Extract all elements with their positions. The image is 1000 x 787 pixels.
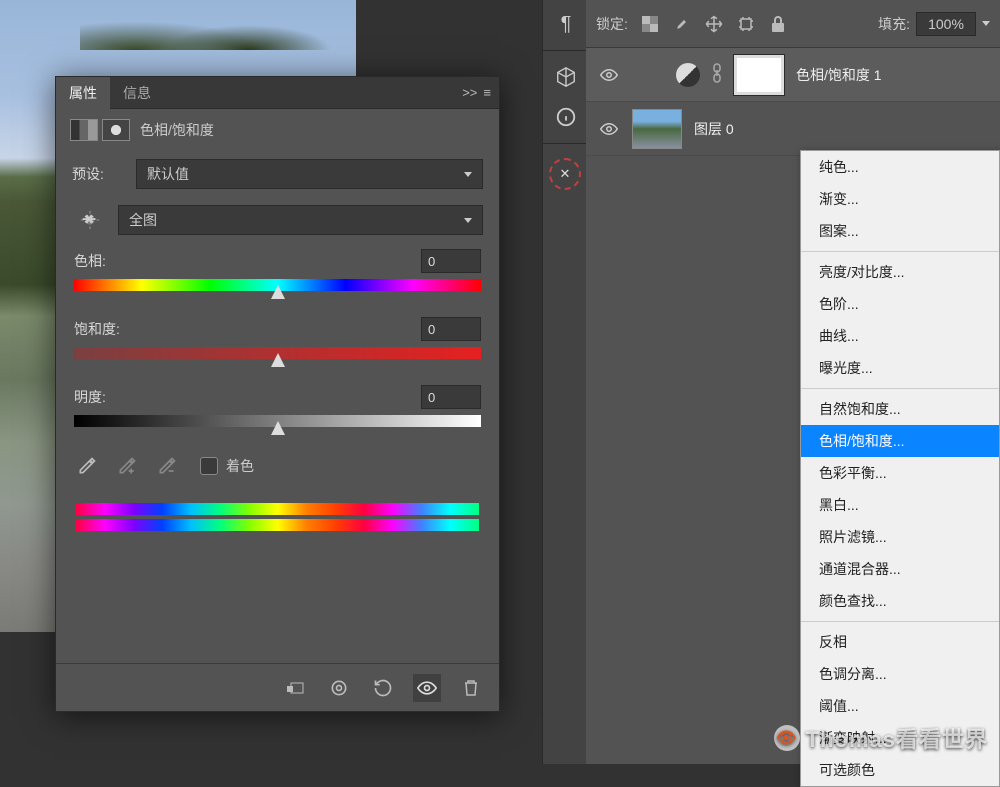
preset-value: 默认值: [147, 164, 189, 184]
chevron-down-icon: [464, 218, 472, 223]
source-color-strip: [76, 503, 479, 515]
range-value: 全图: [129, 210, 157, 230]
mask-icon: [102, 119, 130, 141]
lock-paint-icon[interactable]: [670, 12, 694, 36]
menu-color-balance[interactable]: 色彩平衡...: [801, 457, 999, 489]
menu-pattern[interactable]: 图案...: [801, 215, 999, 247]
lightness-input[interactable]: [421, 385, 481, 409]
panel-menu-icon[interactable]: ≡: [483, 85, 491, 100]
adjustment-layer-icon: [676, 63, 700, 87]
menu-separator: [801, 388, 999, 389]
panel-footer: [56, 663, 499, 711]
colorize-checkbox[interactable]: [200, 457, 218, 475]
eyedropper-icon[interactable]: [74, 453, 100, 479]
menu-hue-saturation[interactable]: 色相/饱和度...: [801, 425, 999, 457]
reset-icon[interactable]: [369, 674, 397, 702]
info-icon[interactable]: [543, 97, 589, 137]
adjustment-layer-menu: 纯色... 渐变... 图案... 亮度/对比度... 色阶... 曲线... …: [800, 150, 1000, 787]
menu-photo-filter[interactable]: 照片滤镜...: [801, 521, 999, 553]
properties-panel: 属性 信息 >> ≡ 色相/饱和度 预设: 默认值 全图 色相:: [55, 76, 500, 712]
collapse-icon[interactable]: >>: [462, 85, 477, 100]
preset-dropdown[interactable]: 默认值: [136, 159, 483, 189]
tab-properties[interactable]: 属性: [56, 77, 110, 109]
toggle-visibility-icon[interactable]: [413, 674, 441, 702]
adjustment-icon: [70, 119, 98, 141]
menu-threshold[interactable]: 阈值...: [801, 690, 999, 722]
colorize-label: 着色: [226, 456, 254, 476]
menu-curves[interactable]: 曲线...: [801, 320, 999, 352]
layer-mask-thumbnail[interactable]: [734, 55, 784, 95]
layer-visibility-icon[interactable]: [598, 123, 620, 135]
delete-icon[interactable]: [457, 674, 485, 702]
layer-thumbnail[interactable]: [632, 109, 682, 149]
layer-name[interactable]: 色相/饱和度 1: [796, 65, 882, 85]
result-color-strip: [76, 519, 479, 531]
preset-label: 预设:: [72, 164, 126, 184]
lightness-label: 明度:: [74, 387, 106, 407]
saturation-slider-thumb[interactable]: [271, 353, 285, 367]
menu-gradient[interactable]: 渐变...: [801, 183, 999, 215]
layer-row-adjustment[interactable]: 色相/饱和度 1: [586, 48, 1000, 102]
paragraph-icon[interactable]: ¶: [543, 4, 589, 44]
eyedropper-add-icon[interactable]: [114, 453, 140, 479]
layer-row-background[interactable]: 图层 0: [586, 102, 1000, 156]
lock-artboard-icon[interactable]: [734, 12, 758, 36]
lock-all-icon[interactable]: [766, 12, 790, 36]
link-icon[interactable]: [712, 63, 722, 86]
menu-color-lookup[interactable]: 颜色查找...: [801, 585, 999, 617]
menu-vibrance[interactable]: 自然饱和度...: [801, 393, 999, 425]
menu-separator: [801, 621, 999, 622]
close-tool-icon[interactable]: ✕: [549, 158, 581, 190]
weibo-icon: 👁: [774, 725, 800, 751]
3d-panel-icon[interactable]: [543, 57, 589, 97]
hue-slider-thumb[interactable]: [271, 285, 285, 299]
chevron-down-icon[interactable]: [982, 21, 990, 26]
fill-label: 填充:: [878, 14, 910, 34]
tab-info[interactable]: 信息: [110, 77, 164, 109]
hue-input[interactable]: [421, 249, 481, 273]
previous-state-icon[interactable]: [325, 674, 353, 702]
menu-exposure[interactable]: 曝光度...: [801, 352, 999, 384]
menu-solid-color[interactable]: 纯色...: [801, 151, 999, 183]
hue-label: 色相:: [74, 251, 106, 271]
saturation-slider[interactable]: [74, 347, 481, 359]
watermark: 👁 Thomas看看世界: [774, 722, 988, 754]
menu-invert[interactable]: 反相: [801, 626, 999, 658]
saturation-input[interactable]: [421, 317, 481, 341]
layer-name[interactable]: 图层 0: [694, 119, 734, 139]
lightness-slider[interactable]: [74, 415, 481, 427]
vertical-toolbar: ¶ ✕: [542, 0, 588, 764]
panel-tab-bar: 属性 信息 >> ≡: [56, 77, 499, 109]
hue-slider[interactable]: [74, 279, 481, 291]
lock-transparent-icon[interactable]: [638, 12, 662, 36]
eyedropper-subtract-icon[interactable]: [154, 453, 180, 479]
adjustment-title: 色相/饱和度: [140, 120, 214, 140]
menu-separator: [801, 251, 999, 252]
clip-to-layer-icon[interactable]: [281, 674, 309, 702]
menu-levels[interactable]: 色阶...: [801, 288, 999, 320]
saturation-label: 饱和度:: [74, 319, 120, 339]
lock-label: 锁定:: [596, 14, 628, 34]
menu-posterize[interactable]: 色调分离...: [801, 658, 999, 690]
layer-visibility-icon[interactable]: [598, 69, 620, 81]
color-range-dropdown[interactable]: 全图: [118, 205, 483, 235]
menu-selective-color[interactable]: 可选颜色: [801, 754, 999, 786]
lock-position-icon[interactable]: [702, 12, 726, 36]
fill-value-box[interactable]: 100%: [916, 12, 976, 36]
canvas-trees-overlay: [80, 0, 360, 50]
targeted-adjustment-tool[interactable]: [72, 209, 108, 231]
menu-channel-mixer[interactable]: 通道混合器...: [801, 553, 999, 585]
chevron-down-icon: [464, 172, 472, 177]
menu-brightness[interactable]: 亮度/对比度...: [801, 256, 999, 288]
watermark-text: Thomas看看世界: [806, 722, 988, 754]
menu-black-white[interactable]: 黑白...: [801, 489, 999, 521]
fill-value: 100%: [928, 16, 964, 32]
lightness-slider-thumb[interactable]: [271, 421, 285, 435]
